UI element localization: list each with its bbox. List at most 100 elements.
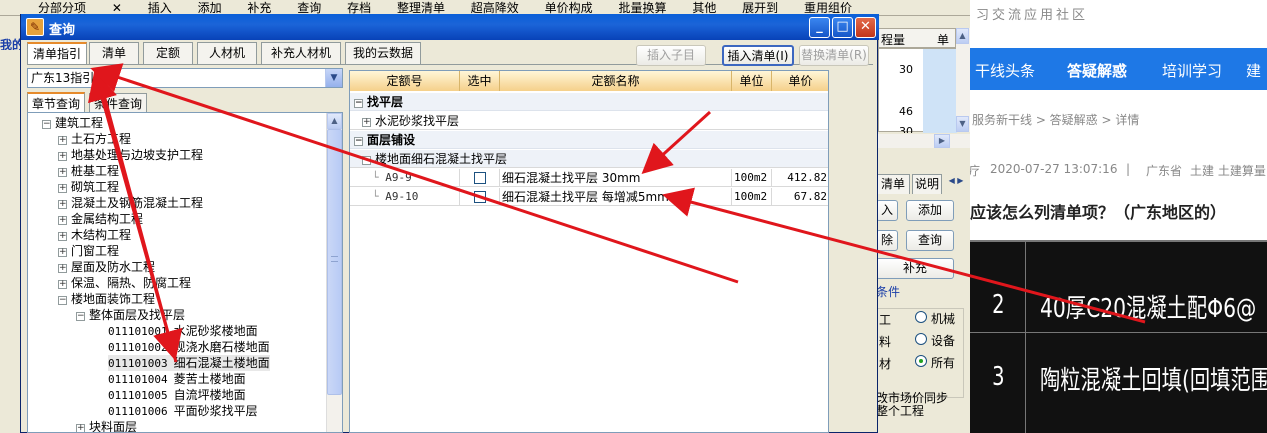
insert-list-button[interactable]: 插入清单(I) xyxy=(722,45,794,66)
column-header-selected[interactable]: 选中 xyxy=(460,71,500,91)
supplement-button[interactable]: 补充 xyxy=(876,258,954,279)
collapse-icon[interactable]: − xyxy=(362,156,371,165)
expand-icon[interactable]: + xyxy=(58,200,67,209)
tab-list-guide[interactable]: 清单指引 xyxy=(27,42,87,65)
insert-child-button[interactable]: 插入子目 xyxy=(636,45,706,66)
radio-machinery[interactable] xyxy=(915,311,927,323)
cell-name: 细石混凝土找平层 每增减5mm xyxy=(500,188,732,206)
grid-cell[interactable]: 30 xyxy=(899,125,913,133)
radio-equipment[interactable] xyxy=(915,333,927,345)
guide-library-select[interactable]: 广东13指引 ▼ xyxy=(27,68,343,88)
tree-leaf-item[interactable]: 011101006 平面砂浆找平层 xyxy=(108,403,258,419)
expand-icon[interactable]: + xyxy=(58,168,67,177)
tab-labor-material-machine[interactable]: 人材机 xyxy=(197,42,257,64)
tree-folder-item[interactable]: − 整体面层及找平层 xyxy=(76,307,185,323)
tree-folder-item[interactable]: + 桩基工程 xyxy=(58,163,119,179)
grid-cell[interactable]: 46 xyxy=(899,105,913,118)
tab-quota[interactable]: 定额 xyxy=(143,42,193,64)
table-subgroup-row[interactable]: + 水泥砂浆找平层 xyxy=(350,112,828,130)
collapse-icon[interactable]: − xyxy=(58,296,67,305)
add-button[interactable]: 添加 xyxy=(906,200,954,221)
tree-scrollbar[interactable]: ▲ xyxy=(326,113,342,432)
tree-folder-item[interactable]: − 楼地面装饰工程 xyxy=(58,291,155,307)
expand-icon[interactable]: + xyxy=(58,216,67,225)
expand-icon[interactable]: + xyxy=(58,232,67,241)
horizontal-scrollbar[interactable]: ▶ xyxy=(878,134,970,148)
tree-folder-item[interactable]: + 门窗工程 xyxy=(58,243,119,259)
tree-leaf-item[interactable]: 011101005 自流坪楼地面 xyxy=(108,387,246,403)
scroll-up-icon[interactable]: ▲ xyxy=(327,113,342,129)
tree-folder-item[interactable]: − 建筑工程 xyxy=(42,115,103,131)
tree-leaf-item[interactable]: 011101002 现浇水磨石楼地面 xyxy=(108,339,270,355)
collapse-icon[interactable]: − xyxy=(76,312,85,321)
tree-folder-item[interactable]: + 保温、隔热、防腐工程 xyxy=(58,275,191,291)
nav-item-qa[interactable]: 答疑解惑 xyxy=(1067,60,1127,81)
replace-list-button[interactable]: 替换清单(R) xyxy=(799,45,869,66)
table-group-surface[interactable]: − 面层铺设 xyxy=(350,131,828,149)
nav-item-more[interactable]: 建 xyxy=(1246,60,1261,81)
tree-folder-item[interactable]: + 木结构工程 xyxy=(58,227,131,243)
background-label: 我的 xyxy=(0,38,22,50)
table-row[interactable]: └ A9-9 细石混凝土找平层 30mm 100m2 412.82 xyxy=(350,169,828,187)
tab-description[interactable]: 说明 xyxy=(912,174,942,194)
expand-icon[interactable]: + xyxy=(58,280,67,289)
tree-folder-item[interactable]: + 块料面层 xyxy=(76,419,137,432)
table-subgroup-row[interactable]: − 楼地面细石混凝土找平层 xyxy=(350,150,828,168)
collapse-icon[interactable]: − xyxy=(42,120,51,129)
expand-icon[interactable]: + xyxy=(362,118,371,127)
expand-icon[interactable]: + xyxy=(58,136,67,145)
column-header-name[interactable]: 定额名称 xyxy=(500,71,732,91)
tab-chapter-search[interactable]: 章节查询 xyxy=(27,92,85,113)
maximize-icon[interactable]: □ xyxy=(832,17,853,38)
tab-cloud-data[interactable]: 我的云数据 xyxy=(345,42,421,64)
insert-button[interactable]: 入 xyxy=(876,200,898,221)
minimize-icon[interactable]: _ xyxy=(809,17,830,38)
expand-icon[interactable]: + xyxy=(58,264,67,273)
query-button[interactable]: 查询 xyxy=(906,230,954,251)
expand-icon[interactable]: + xyxy=(58,248,67,257)
tree-folder-item[interactable]: + 金属结构工程 xyxy=(58,211,143,227)
tree-folder-item[interactable]: + 地基处理与边坡支护工程 xyxy=(58,147,203,163)
radio-all[interactable] xyxy=(915,355,927,367)
scroll-thumb[interactable] xyxy=(327,129,342,395)
tab-supplement[interactable]: 补充人材机 xyxy=(261,42,341,64)
expand-icon[interactable]: + xyxy=(76,424,85,432)
tree-folder-item[interactable]: + 土石方工程 xyxy=(58,131,131,147)
scroll-right-icon[interactable]: ▶ xyxy=(934,134,950,148)
selected-library: 广东13指引 xyxy=(31,71,95,85)
expand-icon[interactable]: + xyxy=(58,184,67,193)
collapse-icon[interactable]: − xyxy=(354,137,363,146)
tree-folder-item[interactable]: + 屋面及防水工程 xyxy=(58,259,155,275)
delete-button[interactable]: 除 xyxy=(876,230,898,251)
scroll-down-icon[interactable]: ▼ xyxy=(956,116,969,132)
tree-leaf-item[interactable]: 011101004 菱苦土楼地面 xyxy=(108,371,246,387)
collapse-icon[interactable]: − xyxy=(354,99,363,108)
row-checkbox[interactable] xyxy=(460,169,500,187)
chevron-down-icon[interactable]: ▼ xyxy=(325,69,342,87)
table-row[interactable]: └ A9-10 细石混凝土找平层 每增减5mm 100m2 67.82 xyxy=(350,188,828,206)
site-name: 习交流应用社区 xyxy=(970,0,1267,48)
tree-folder-item[interactable]: + 砌筑工程 xyxy=(58,179,119,195)
tab-list[interactable]: 清单 xyxy=(876,174,910,194)
column-header-unit[interactable]: 单位 xyxy=(732,71,772,91)
tree-leaf-item[interactable]: 011101003 细石混凝土楼地面 xyxy=(108,355,270,371)
tab-scroll-icon[interactable]: ◀ ▶ xyxy=(942,176,970,190)
nav-item-training[interactable]: 培训学习 xyxy=(1162,60,1222,81)
tree-leaf-item[interactable]: 011101001 水泥砂浆楼地面 xyxy=(108,323,258,339)
vertical-scrollbar[interactable]: ▲ ▼ xyxy=(956,28,970,132)
expand-icon[interactable]: + xyxy=(58,152,67,161)
scroll-up-icon[interactable]: ▲ xyxy=(956,28,969,44)
column-header-price[interactable]: 单价 xyxy=(772,71,828,91)
tree-folder-item[interactable]: + 混凝土及钢筋混凝土工程 xyxy=(58,195,203,211)
dialog-title-bar[interactable]: ✎ 查询 _ □ ✕ xyxy=(21,14,879,40)
column-header-code[interactable]: 定额号 xyxy=(350,71,460,91)
tab-list[interactable]: 清单 xyxy=(89,42,139,64)
row-checkbox[interactable] xyxy=(460,188,500,206)
subgroup-name: 楼地面细石混凝土找平层 xyxy=(375,152,508,166)
table-group-leveling[interactable]: − 找平层 xyxy=(350,93,828,111)
tab-condition-search[interactable]: 条件查询 xyxy=(89,93,147,113)
nav-item-headlines[interactable]: 干线头条 xyxy=(975,60,1035,81)
grid-cell[interactable]: 30 xyxy=(899,63,913,76)
breadcrumb[interactable]: 服务新干线 > 答疑解惑 > 详情 xyxy=(970,111,1267,127)
close-icon[interactable]: ✕ xyxy=(855,17,876,38)
